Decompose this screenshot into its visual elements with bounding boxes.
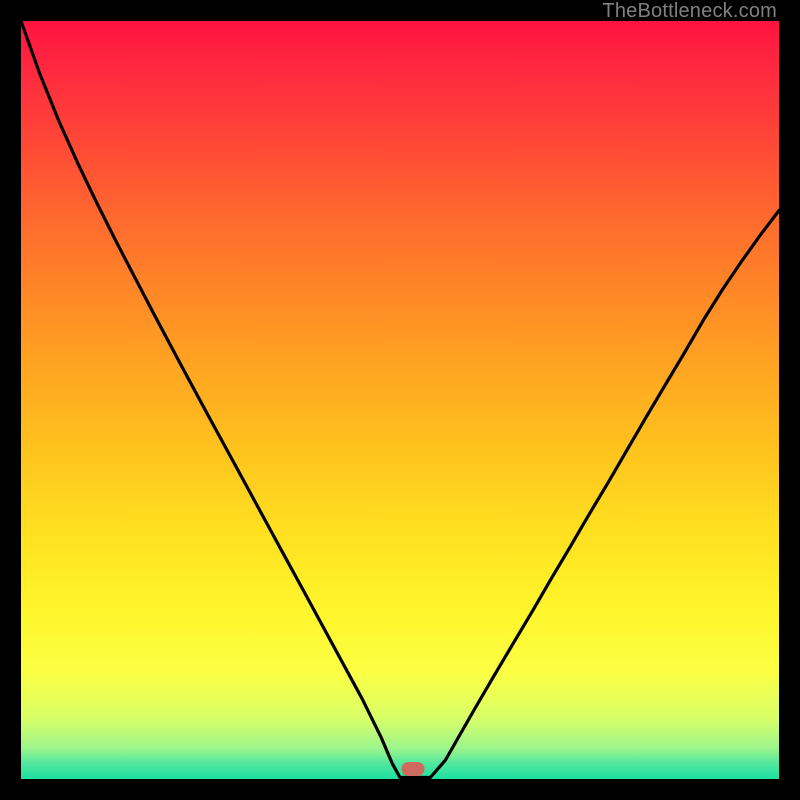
bottleneck-curve: [21, 21, 779, 779]
watermark-text: TheBottleneck.com: [602, 0, 777, 23]
chart-frame: TheBottleneck.com: [0, 0, 800, 800]
plot-area: [21, 21, 779, 779]
curve-path: [21, 21, 779, 778]
selected-point-marker: [401, 762, 424, 776]
